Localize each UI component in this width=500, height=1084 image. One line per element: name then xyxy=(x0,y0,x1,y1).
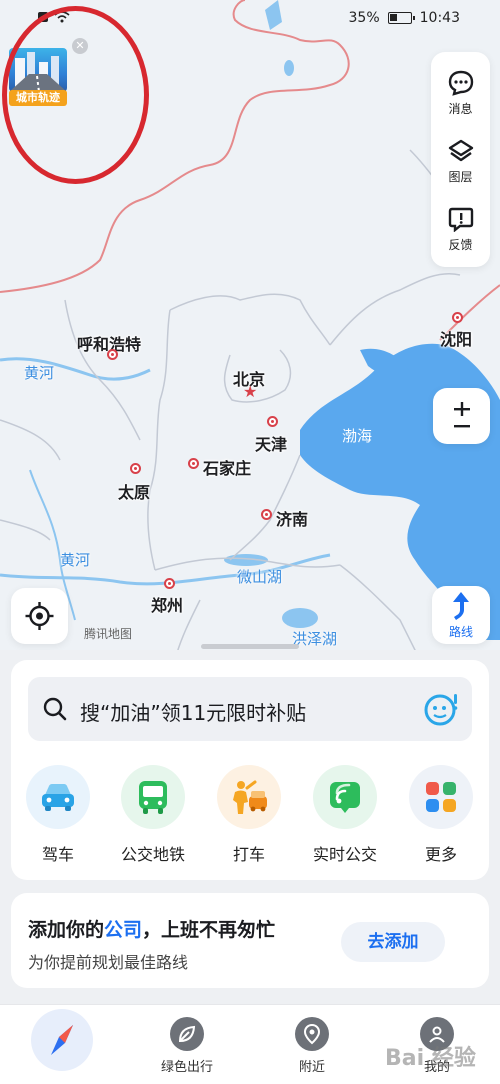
map-view[interactable]: 黄河 黄河 渤海 微山湖 洪泽湖 呼和浩特 北京 ★ 天津 石家庄 太原 济南 … xyxy=(0,0,500,700)
commute-subtitle: 为你提前规划最佳路线 xyxy=(28,953,189,972)
wifi-icon xyxy=(54,11,70,23)
quick-action-label: 打车 xyxy=(232,845,265,864)
route-arrow-icon xyxy=(453,592,469,620)
city-label-shenyang[interactable]: 沈阳 xyxy=(440,326,472,350)
clock: 10:43 xyxy=(419,10,460,26)
messages-button[interactable]: 消息 xyxy=(431,70,490,117)
messages-label: 消息 xyxy=(448,102,473,116)
bus-icon xyxy=(121,765,185,829)
notification-icon xyxy=(38,12,48,22)
voice-assistant-icon[interactable] xyxy=(423,690,461,728)
more-grid-icon xyxy=(409,765,473,829)
lake-shape xyxy=(282,608,318,628)
watermark: Bai 经验 xyxy=(385,1046,476,1071)
quick-action-realtime-bus[interactable]: 实时公交 xyxy=(309,765,381,865)
commute-title-highlight: 公司 xyxy=(104,919,143,941)
quick-action-taxi[interactable]: 打车 xyxy=(213,765,285,865)
lake-shape xyxy=(284,60,294,76)
search-bar[interactable]: 搜“加油”领11元限时补贴 xyxy=(28,677,472,741)
status-icons-left xyxy=(38,11,70,23)
quick-action-transit[interactable]: 公交地铁 xyxy=(117,765,189,865)
city-skyline-icon xyxy=(9,52,67,92)
battery-icon xyxy=(387,12,415,24)
zoom-button[interactable] xyxy=(433,388,490,444)
city-trail-badge[interactable]: 城市轨迹 xyxy=(9,44,69,106)
map-toolbar: 消息 图层 反馈 xyxy=(431,52,490,267)
tab-nearby[interactable]: 附近 xyxy=(272,1017,352,1075)
leaf-icon xyxy=(170,1017,204,1051)
city-label-jinan[interactable]: 济南 xyxy=(276,506,308,530)
quick-action-label: 更多 xyxy=(424,845,457,864)
add-company-button[interactable]: 去添加 xyxy=(341,922,445,962)
city-marker xyxy=(267,416,278,427)
close-icon[interactable]: ✕ xyxy=(72,38,88,54)
feedback-button[interactable]: 反馈 xyxy=(431,206,490,253)
lake-label-weishanhu: 微山湖 xyxy=(237,568,283,586)
taxi-icon xyxy=(217,765,281,829)
commute-card[interactable]: 添加你的公司，上班不再匆忙 为你提前规划最佳路线 去添加 xyxy=(11,893,489,988)
battery-percent: 35% xyxy=(348,10,380,26)
tab-home[interactable] xyxy=(31,1009,93,1071)
quick-action-more[interactable]: 更多 xyxy=(405,765,477,865)
map-canvas xyxy=(0,0,500,681)
river-label-huanghe: 黄河 xyxy=(24,364,55,382)
capital-star-icon: ★ xyxy=(243,382,258,401)
quick-action-label: 实时公交 xyxy=(312,845,377,864)
search-placeholder: 搜“加油”领11元限时补贴 xyxy=(80,701,307,725)
status-icons-right: 35% 10:43 xyxy=(349,10,460,26)
compass-icon xyxy=(51,1025,73,1055)
city-label-tianjin[interactable]: 天津 xyxy=(255,431,287,455)
message-icon xyxy=(448,70,473,96)
realtime-bus-icon xyxy=(313,765,377,829)
tab-label: 绿色出行 xyxy=(160,1060,213,1075)
city-marker xyxy=(164,578,175,589)
city-label-shijiazhuang[interactable]: 石家庄 xyxy=(203,455,251,479)
commute-title-prefix: 添加你的 xyxy=(28,919,105,941)
city-marker xyxy=(130,463,141,474)
quick-action-label: 驾车 xyxy=(41,845,74,864)
city-marker xyxy=(452,312,463,323)
location-pin-icon xyxy=(295,1017,329,1051)
city-marker xyxy=(188,458,199,469)
tab-label: 附近 xyxy=(298,1060,325,1075)
locate-me-button[interactable] xyxy=(11,588,68,644)
feedback-label: 反馈 xyxy=(448,238,473,252)
quick-action-label: 公交地铁 xyxy=(120,845,185,864)
river-label-huanghe: 黄河 xyxy=(60,551,91,569)
zoom-plus-minus-icon xyxy=(453,402,470,428)
layers-button[interactable]: 图层 xyxy=(431,138,490,185)
route-button[interactable]: 路线 xyxy=(432,586,490,644)
sheet-drag-handle[interactable] xyxy=(201,644,299,649)
map-provider-logo: 腾讯地图 xyxy=(84,627,133,641)
search-icon xyxy=(43,697,67,721)
river-line xyxy=(0,357,151,381)
quick-action-drive[interactable]: 驾车 xyxy=(22,765,94,865)
city-label-taiyuan[interactable]: 太原 xyxy=(118,479,150,503)
tab-green-travel[interactable]: 绿色出行 xyxy=(147,1017,227,1075)
layers-label: 图层 xyxy=(448,170,473,184)
commute-title: 添加你的公司，上班不再匆忙 xyxy=(28,915,275,942)
layers-icon xyxy=(448,139,473,162)
crosshair-icon xyxy=(25,602,54,630)
city-marker xyxy=(107,349,118,360)
status-bar: 35% 10:43 xyxy=(0,0,500,36)
feedback-icon xyxy=(448,207,473,232)
city-trail-label: 城市轨迹 xyxy=(9,90,67,106)
city-trail-image xyxy=(9,48,67,92)
city-label-zhengzhou[interactable]: 郑州 xyxy=(151,592,183,616)
route-label: 路线 xyxy=(448,625,473,639)
city-marker xyxy=(261,509,272,520)
car-icon xyxy=(26,765,90,829)
sea-label-bohai: 渤海 xyxy=(342,427,373,445)
commute-title-suffix: ，上班不再匆忙 xyxy=(142,919,276,941)
